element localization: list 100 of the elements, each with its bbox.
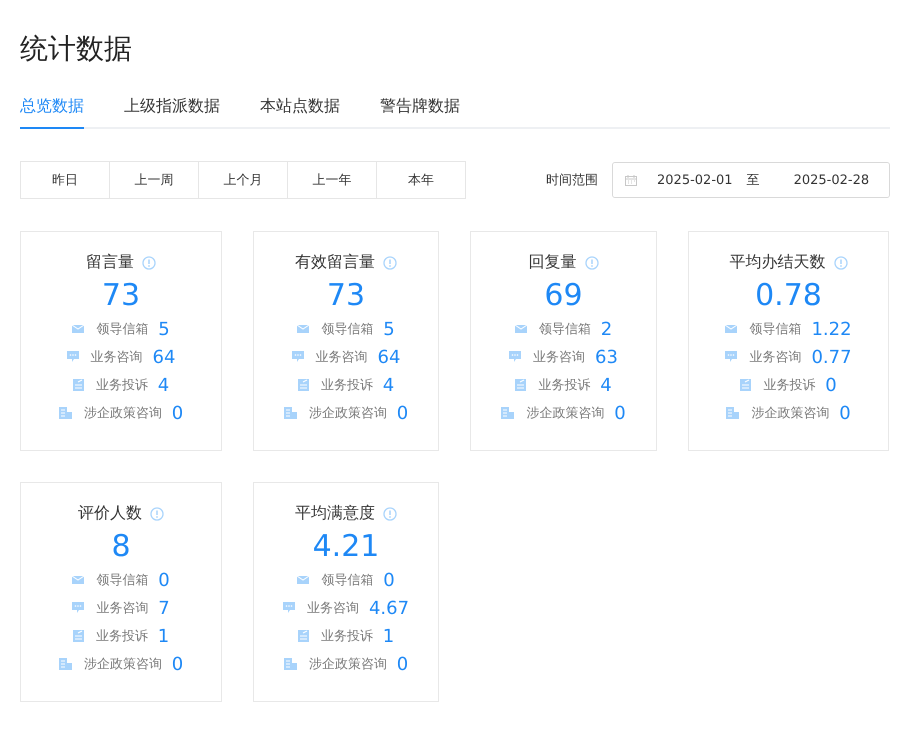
info-icon (834, 256, 848, 270)
envelope-icon (297, 575, 310, 585)
chat-bubble-icon (509, 351, 522, 363)
period-button[interactable]: 上一周 (109, 161, 199, 199)
card-title: 平均办结天数 (730, 252, 826, 273)
card-title: 有效留言量 (295, 252, 375, 273)
building-icon (501, 407, 514, 419)
envelope-icon (297, 324, 310, 334)
envelope-icon (514, 324, 527, 334)
document-icon (740, 379, 752, 391)
tab[interactable]: 上级指派数据 (124, 96, 220, 129)
category-label: 业务投诉 (763, 377, 816, 394)
category-label: 领导信箱 (321, 572, 374, 589)
category-label: 涉企政策咨询 (308, 405, 387, 422)
category-value: 0 (396, 654, 408, 674)
category-value: 4 (158, 374, 170, 396)
document-icon (72, 630, 84, 642)
category-value: 5 (383, 318, 395, 340)
info-icon (584, 256, 598, 270)
tab[interactable]: 本站点数据 (260, 96, 340, 129)
card-title: 留言量 (86, 252, 134, 273)
category-value: 2 (600, 318, 612, 340)
category-label: 业务咨询 (96, 600, 148, 617)
chat-bubble-icon (66, 351, 79, 363)
stat-value: 73 (100, 279, 142, 313)
category-label: 业务投诉 (96, 628, 148, 645)
category-value: 1 (158, 626, 170, 646)
document-icon (72, 379, 84, 391)
category-value: 0 (825, 374, 837, 396)
category-value: 0 (839, 402, 851, 424)
chat-bubble-icon (72, 602, 84, 614)
building-icon (726, 407, 740, 419)
chat-bubble-icon (725, 351, 738, 363)
category-value: 1 (382, 626, 394, 646)
category-value: 1.22 (811, 318, 852, 340)
card-title: 平均满意度 (295, 503, 375, 524)
category-label: 业务投诉 (320, 377, 373, 394)
card-title: 评价人数 (78, 503, 142, 524)
category-value: 7 (158, 598, 170, 618)
period-button[interactable]: 上一年 (287, 161, 377, 199)
category-label: 业务投诉 (538, 377, 590, 394)
tab[interactable]: 总览数据 (20, 96, 84, 129)
envelope-icon (72, 575, 84, 585)
category-value: 0 (158, 570, 170, 590)
category-value: 64 (152, 346, 176, 368)
info-icon (150, 506, 164, 520)
building-icon (58, 407, 72, 419)
category-label: 涉企政策咨询 (308, 656, 387, 673)
category-label: 业务咨询 (90, 349, 143, 366)
card-title: 回复量 (528, 252, 576, 273)
category-label: 领导信箱 (749, 321, 802, 338)
info-icon (383, 506, 397, 520)
stat-value: 8 (110, 530, 132, 564)
building-icon (284, 407, 297, 419)
period-button[interactable]: 本年 (376, 161, 466, 199)
category-label: 涉企政策咨询 (526, 405, 604, 422)
period-button[interactable]: 上个月 (198, 161, 288, 199)
category-label: 业务咨询 (306, 600, 359, 617)
category-value: 0 (172, 402, 184, 424)
info-icon (383, 256, 397, 270)
date-range-field[interactable]: 2025-02-01 至 2025-02-28 (612, 162, 890, 198)
category-label: 业务投诉 (96, 377, 148, 394)
category-value: 63 (595, 346, 618, 368)
category-label: 业务咨询 (316, 349, 368, 366)
category-value: 0.77 (811, 346, 852, 368)
building-icon (58, 658, 72, 670)
field-label: 时间范围 (546, 172, 598, 189)
category-value: 0 (172, 654, 184, 674)
document-icon (298, 379, 309, 391)
category-label: 业务咨询 (749, 349, 802, 366)
envelope-icon (725, 324, 738, 334)
category-label: 领导信箱 (96, 572, 148, 589)
period-button[interactable]: 昨日 (20, 161, 110, 199)
calendar-icon (625, 174, 637, 186)
category-label: 领导信箱 (96, 321, 148, 338)
category-label: 领导信箱 (321, 321, 374, 338)
info-icon (142, 256, 156, 270)
envelope-icon (72, 324, 84, 334)
document-icon (515, 379, 526, 391)
chat-bubble-icon (292, 351, 304, 363)
stat-value: 0.78 (754, 279, 823, 313)
chat-bubble-icon (282, 602, 295, 614)
category-value: 4 (382, 374, 394, 396)
category-value: 4 (600, 374, 612, 396)
category-value: 64 (378, 346, 400, 368)
category-label: 领导信箱 (538, 321, 591, 338)
category-value: 5 (158, 318, 170, 340)
page-title: 统计数据 (20, 31, 133, 67)
document-icon (298, 630, 309, 642)
stat-value: 4.21 (312, 530, 380, 564)
building-icon (284, 658, 297, 670)
category-label: 涉企政策咨询 (84, 405, 162, 422)
tab[interactable]: 警告牌数据 (380, 96, 460, 129)
stat-value: 69 (543, 279, 584, 313)
category-value: 0 (383, 570, 395, 590)
category-value: 0 (396, 402, 408, 424)
category-value: 4.67 (368, 598, 410, 618)
category-label: 涉企政策咨询 (84, 656, 162, 673)
category-label: 涉企政策咨询 (751, 405, 830, 422)
stat-value: 73 (326, 279, 366, 313)
